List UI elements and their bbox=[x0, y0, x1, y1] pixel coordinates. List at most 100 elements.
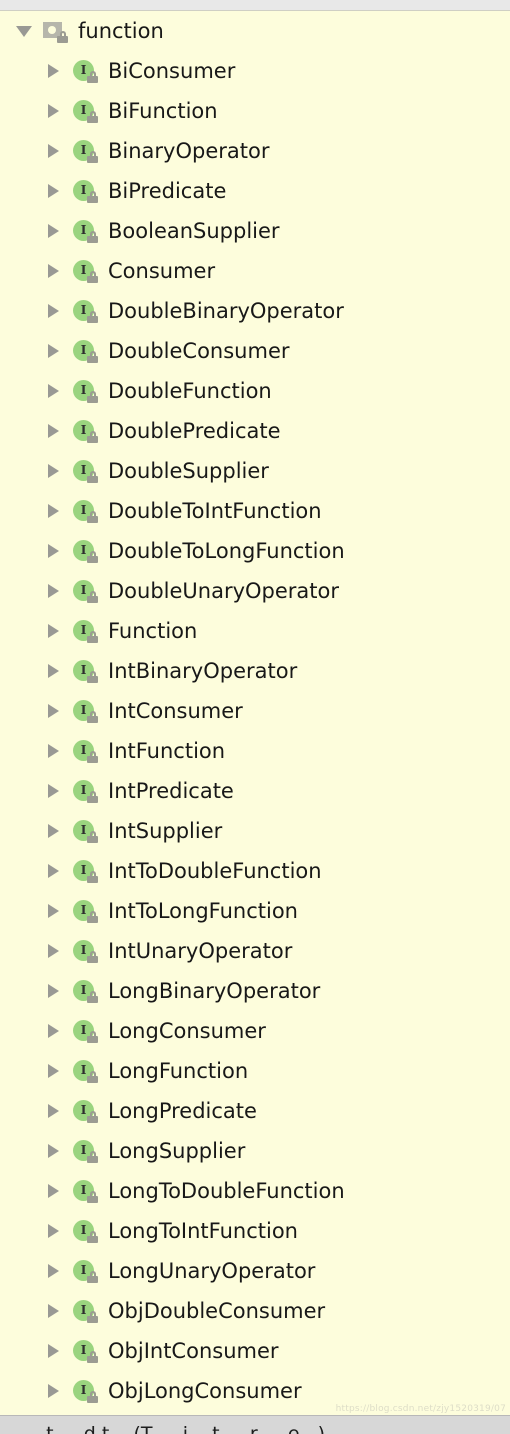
tree-node-label: LongToIntFunction bbox=[108, 1219, 298, 1243]
chevron-right-icon[interactable] bbox=[44, 1061, 64, 1081]
chevron-right-icon[interactable] bbox=[44, 821, 64, 841]
chevron-right-icon[interactable] bbox=[44, 701, 64, 721]
chevron-right-icon[interactable] bbox=[44, 101, 64, 121]
tree-row-interface[interactable]: I LongConsumer bbox=[0, 1011, 510, 1051]
chevron-right-icon[interactable] bbox=[44, 381, 64, 401]
tree-row-interface[interactable]: I DoubleUnaryOperator bbox=[0, 571, 510, 611]
interface-icon: I bbox=[73, 99, 98, 123]
tree-row-interface[interactable]: I BooleanSupplier bbox=[0, 211, 510, 251]
lock-icon bbox=[87, 1311, 98, 1323]
tree-row-interface[interactable]: I IntConsumer bbox=[0, 691, 510, 731]
tree-node-label: BinaryOperator bbox=[108, 139, 270, 163]
tree-row-interface[interactable]: I ObjDoubleConsumer bbox=[0, 1291, 510, 1331]
chevron-right-icon[interactable] bbox=[44, 541, 64, 561]
chevron-right-icon[interactable] bbox=[44, 1101, 64, 1121]
interface-icon: I bbox=[73, 1219, 98, 1243]
interface-icon: I bbox=[73, 739, 98, 763]
chevron-right-icon[interactable] bbox=[44, 1261, 64, 1281]
tree-row-interface[interactable]: I ObjIntConsumer bbox=[0, 1331, 510, 1371]
chevron-right-icon[interactable] bbox=[44, 141, 64, 161]
chevron-right-icon[interactable] bbox=[44, 1381, 64, 1401]
tree-row-interface[interactable]: I Consumer bbox=[0, 251, 510, 291]
tree-row-interface[interactable]: I BiPredicate bbox=[0, 171, 510, 211]
tree-row-interface[interactable]: I LongUnaryOperator bbox=[0, 1251, 510, 1291]
lock-icon bbox=[87, 231, 98, 243]
chevron-right-icon[interactable] bbox=[44, 621, 64, 641]
interface-icon: I bbox=[73, 59, 98, 83]
chevron-right-icon[interactable] bbox=[44, 1181, 64, 1201]
tree-row-interface[interactable]: I DoubleToLongFunction bbox=[0, 531, 510, 571]
tree-row-interface[interactable]: I BinaryOperator bbox=[0, 131, 510, 171]
chevron-right-icon[interactable] bbox=[44, 181, 64, 201]
chevron-right-icon[interactable] bbox=[44, 261, 64, 281]
interface-icon: I bbox=[73, 619, 98, 643]
chevron-right-icon[interactable] bbox=[44, 221, 64, 241]
tree-row-interface[interactable]: I LongToDoubleFunction bbox=[0, 1171, 510, 1211]
tree-row-interface[interactable]: I DoubleToIntFunction bbox=[0, 491, 510, 531]
status-bar: ... t ... d t .. (T ... i .. t ... r ...… bbox=[0, 1415, 510, 1434]
tree-node-label: DoubleUnaryOperator bbox=[108, 579, 340, 603]
tree-node-label: DoubleConsumer bbox=[108, 339, 290, 363]
tree-row-interface[interactable]: I DoubleSupplier bbox=[0, 451, 510, 491]
tree-row-interface[interactable]: I LongBinaryOperator bbox=[0, 971, 510, 1011]
lock-icon bbox=[87, 551, 98, 563]
interface-icon: I bbox=[73, 179, 98, 203]
tree-node-label: DoubleToIntFunction bbox=[108, 499, 322, 523]
chevron-right-icon[interactable] bbox=[44, 301, 64, 321]
chevron-right-icon[interactable] bbox=[44, 1141, 64, 1161]
lock-icon bbox=[87, 1151, 98, 1163]
chevron-right-icon[interactable] bbox=[44, 1221, 64, 1241]
chevron-right-icon[interactable] bbox=[44, 741, 64, 761]
chevron-right-icon[interactable] bbox=[44, 1341, 64, 1361]
tree-row-interface[interactable]: I LongPredicate bbox=[0, 1091, 510, 1131]
tree-row-interface[interactable]: I IntToLongFunction bbox=[0, 891, 510, 931]
tree-row-interface[interactable]: I IntBinaryOperator bbox=[0, 651, 510, 691]
tree-row-interface[interactable]: I DoubleFunction bbox=[0, 371, 510, 411]
chevron-right-icon[interactable] bbox=[44, 981, 64, 1001]
tree-node-label: IntPredicate bbox=[108, 779, 234, 803]
chevron-right-icon[interactable] bbox=[44, 941, 64, 961]
chevron-right-icon[interactable] bbox=[44, 901, 64, 921]
tree-row-interface[interactable]: I IntFunction bbox=[0, 731, 510, 771]
lock-icon bbox=[87, 791, 98, 803]
tree-viewport[interactable]: function I BiConsumer I BiFunction I BinaryOpe… bbox=[0, 11, 510, 1415]
lock-icon bbox=[87, 871, 98, 883]
tree-row-interface[interactable]: I DoublePredicate bbox=[0, 411, 510, 451]
interface-icon: I bbox=[73, 1019, 98, 1043]
chevron-right-icon[interactable] bbox=[44, 61, 64, 81]
chevron-right-icon[interactable] bbox=[44, 341, 64, 361]
chevron-right-icon[interactable] bbox=[44, 461, 64, 481]
lock-icon bbox=[87, 511, 98, 523]
tree-row-interface[interactable]: I DoubleConsumer bbox=[0, 331, 510, 371]
chevron-right-icon[interactable] bbox=[44, 861, 64, 881]
tree-row-interface[interactable]: I IntToDoubleFunction bbox=[0, 851, 510, 891]
tree-row-interface[interactable]: I BiFunction bbox=[0, 91, 510, 131]
tree-row-interface[interactable]: I IntPredicate bbox=[0, 771, 510, 811]
lock-icon bbox=[87, 471, 98, 483]
chevron-right-icon[interactable] bbox=[44, 501, 64, 521]
lock-icon bbox=[87, 1391, 98, 1403]
chevron-right-icon[interactable] bbox=[44, 421, 64, 441]
package-tree-window: function I BiConsumer I BiFunction I BinaryOpe… bbox=[0, 0, 510, 1434]
tree-row-interface[interactable]: I IntUnaryOperator bbox=[0, 931, 510, 971]
lock-icon bbox=[87, 711, 98, 723]
tree-row-interface[interactable]: I Function bbox=[0, 611, 510, 651]
lock-icon bbox=[87, 991, 98, 1003]
tree-row-interface[interactable]: I IntSupplier bbox=[0, 811, 510, 851]
chevron-right-icon[interactable] bbox=[44, 1301, 64, 1321]
interface-icon: I bbox=[73, 1059, 98, 1083]
chevron-down-icon[interactable] bbox=[14, 21, 34, 41]
tree-row-interface[interactable]: I LongToIntFunction bbox=[0, 1211, 510, 1251]
interface-icon: I bbox=[73, 899, 98, 923]
chevron-right-icon[interactable] bbox=[44, 581, 64, 601]
tree-row-package[interactable]: function bbox=[0, 11, 510, 51]
tree-node-label: LongFunction bbox=[108, 1059, 249, 1083]
tree-row-interface[interactable]: I BiConsumer bbox=[0, 51, 510, 91]
tree-row-interface[interactable]: I LongFunction bbox=[0, 1051, 510, 1091]
chevron-right-icon[interactable] bbox=[44, 781, 64, 801]
chevron-right-icon[interactable] bbox=[44, 1021, 64, 1041]
chevron-right-icon[interactable] bbox=[44, 661, 64, 681]
tree-node-label: function bbox=[78, 19, 164, 43]
tree-row-interface[interactable]: I LongSupplier bbox=[0, 1131, 510, 1171]
tree-row-interface[interactable]: I DoubleBinaryOperator bbox=[0, 291, 510, 331]
